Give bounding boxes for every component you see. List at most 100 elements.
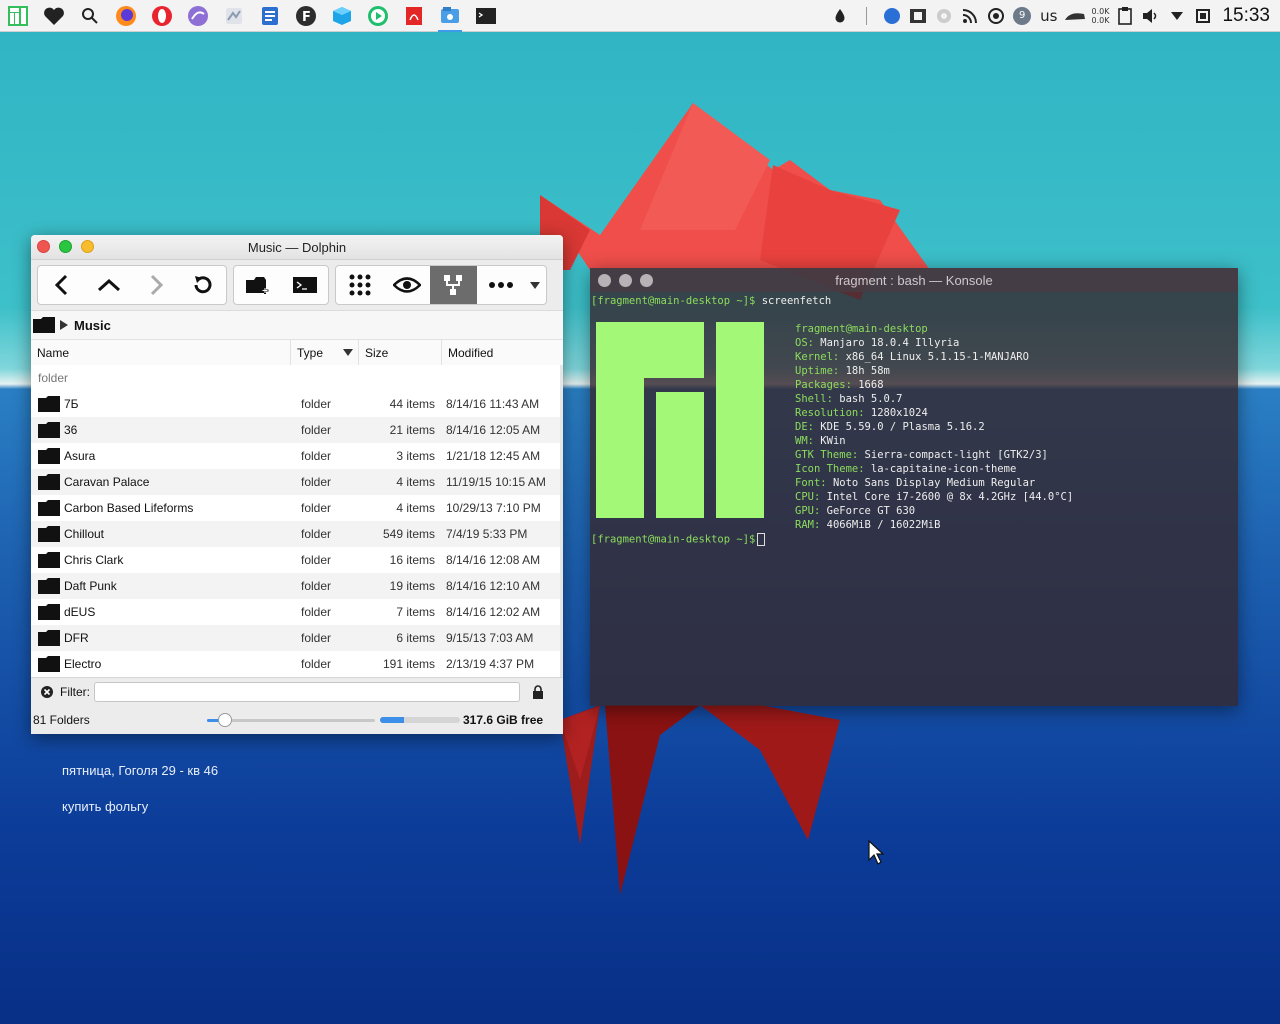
reload-button[interactable] (179, 266, 226, 304)
close-button[interactable] (37, 240, 50, 253)
weather-icon[interactable] (1064, 5, 1086, 27)
info-line: DE: KDE 5.59.0 / Plasma 5.16.2 (795, 421, 985, 433)
gimp-icon[interactable] (220, 2, 248, 30)
cell-name: Asura (31, 448, 295, 464)
more-options-button[interactable] (477, 266, 524, 304)
firefox-icon[interactable] (112, 2, 140, 30)
dolphin-titlebar[interactable]: Music — Dolphin (31, 235, 563, 260)
column-modified[interactable]: Modified (442, 340, 560, 365)
table-row[interactable]: Electro folder 191 items 2/13/19 4:37 PM (31, 651, 560, 677)
zoom-handle[interactable] (218, 712, 233, 727)
disk-space-bar (380, 716, 460, 723)
column-type[interactable]: Type (291, 340, 359, 365)
chevron-down-icon[interactable] (1166, 5, 1188, 27)
info-line: RAM: 4066MiB / 16022MiB (795, 519, 940, 531)
clipboard-icon[interactable] (1114, 5, 1136, 27)
file-list: folder 7Б folder 44 items 8/14/16 11:43 AM 3… (31, 365, 560, 677)
cell-modified: 7/4/19 5:33 PM (446, 527, 528, 541)
chevron-down-icon[interactable] (524, 266, 546, 304)
table-row[interactable]: Daft Punk folder 19 items 8/14/16 12:10 AM (31, 573, 560, 599)
konsole-titlebar[interactable]: fragment : bash — Konsole (590, 268, 1238, 292)
table-row[interactable]: Asura folder 3 items 1/21/18 12:45 AM (31, 443, 560, 469)
column-size[interactable]: Size (359, 340, 442, 365)
close-filter-icon[interactable] (40, 685, 54, 699)
folder-name: 7Б (64, 397, 79, 411)
document-viewer-icon[interactable] (256, 2, 284, 30)
zoom-slider[interactable] (203, 712, 375, 728)
cell-size: 16 items (389, 553, 435, 567)
up-button[interactable] (85, 266, 132, 304)
terminal-line-command[interactable]: [fragment@main-desktop ~]$ screenfetch (591, 295, 831, 307)
maximize-button[interactable] (59, 240, 72, 253)
info-key: Kernel: (795, 351, 840, 363)
drop-icon[interactable] (829, 5, 851, 27)
maximize-button[interactable] (619, 274, 632, 287)
info-value: KWin (820, 435, 846, 447)
filter-input[interactable] (94, 682, 520, 702)
clock[interactable]: 15:33 (1222, 5, 1270, 27)
minimize-button[interactable] (640, 274, 653, 287)
free-space[interactable]: 317.6 GiB free (463, 713, 543, 727)
table-row[interactable]: 7Б folder 44 items 8/14/16 11:43 AM (31, 391, 560, 417)
rss-icon[interactable] (959, 5, 981, 27)
network-speed[interactable]: 0.0K 0.0K (1091, 7, 1109, 25)
ferdi-icon[interactable] (184, 2, 212, 30)
table-row[interactable]: Carbon Based Lifeforms folder 4 items 10/29… (31, 495, 560, 521)
cell-name: DFR (31, 630, 295, 646)
desktop-note-1[interactable]: пятница, Гоголя 29 - кв 46 (62, 763, 218, 778)
column-name[interactable]: Name (31, 340, 291, 365)
info-value: 18h 58m (845, 365, 890, 377)
cell-type: folder (301, 475, 332, 489)
mouse-pointer-icon (868, 840, 884, 865)
new-folder-button[interactable] (234, 266, 281, 304)
updates-icon[interactable]: 9 (1011, 5, 1033, 27)
folder-icon[interactable] (33, 317, 55, 333)
heart-icon[interactable] (40, 2, 68, 30)
table-row[interactable]: Chris Clark folder 16 items 8/14/16 12:08 A… (31, 547, 560, 573)
column-type-label: Type (297, 345, 324, 360)
scrollbar[interactable] (560, 365, 563, 677)
table-row[interactable]: 36 folder 21 items 8/14/16 12:05 AM (31, 417, 560, 443)
keyboard-layout[interactable]: us (1040, 7, 1057, 25)
icons-view-button[interactable] (336, 266, 383, 304)
folder-name: Daft Punk (64, 579, 117, 593)
minimize-button[interactable] (81, 240, 94, 253)
record-icon[interactable] (985, 5, 1007, 27)
film-icon[interactable] (907, 5, 929, 27)
breadcrumb-item-music[interactable]: Music (74, 318, 111, 333)
table-row[interactable]: Caravan Palace folder 4 items 11/19/15 10:1… (31, 469, 560, 495)
manjaro-icon[interactable] (4, 2, 32, 30)
split-view-button[interactable] (430, 266, 477, 304)
media-player-icon[interactable] (364, 2, 392, 30)
konsole-icon[interactable] (472, 2, 500, 30)
desktop-note-2[interactable]: купить фольгу (62, 799, 148, 814)
folder-icon (38, 474, 60, 490)
info-key: Font: (795, 477, 827, 489)
open-terminal-button[interactable] (281, 266, 328, 304)
box-icon[interactable] (328, 2, 356, 30)
preview-eye-button[interactable] (383, 266, 430, 304)
dolphin-icon[interactable] (436, 2, 464, 32)
forward-button[interactable] (132, 266, 179, 304)
gear-icon[interactable] (933, 5, 955, 27)
lock-icon[interactable] (532, 685, 544, 699)
info-value: 1668 (858, 379, 884, 391)
cell-type: folder (301, 631, 332, 645)
terminal-line-prompt[interactable]: [fragment@main-desktop ~]$ (591, 533, 766, 546)
close-button[interactable] (598, 274, 611, 287)
table-row[interactable]: DFR folder 6 items 9/15/13 7:03 AM (31, 625, 560, 651)
table-row[interactable]: dEUS folder 7 items 8/14/16 12:02 AM (31, 599, 560, 625)
search-icon[interactable] (76, 2, 104, 30)
pdf-icon[interactable] (400, 2, 428, 30)
blue-circle-icon[interactable] (881, 5, 903, 27)
table-row[interactable]: Chillout folder 549 items 7/4/19 5:33 PM (31, 521, 560, 547)
info-value: la-capitaine-icon-theme (870, 463, 1017, 475)
info-line: OS: Manjaro 18.0.4 Illyria (795, 337, 959, 349)
volume-icon[interactable] (1140, 5, 1162, 27)
cpu-icon[interactable] (1192, 5, 1214, 27)
font-icon[interactable]: F (292, 2, 320, 30)
opera-icon[interactable] (148, 2, 176, 30)
back-button[interactable] (38, 266, 85, 304)
info-value: x86_64 Linux 5.1.15-1-MANJARO (845, 351, 1029, 363)
cell-name: Daft Punk (31, 578, 295, 594)
